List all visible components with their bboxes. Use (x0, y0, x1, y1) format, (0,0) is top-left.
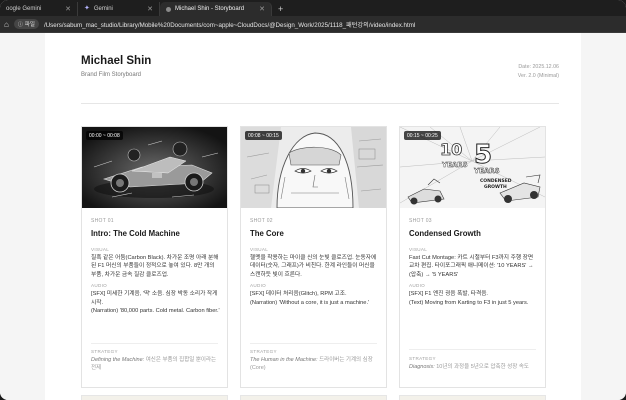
visual-text: Fast Cut Montage: 카트 시절부터 F3까지 주행 장면 교차 … (409, 255, 534, 278)
close-icon[interactable]: ✕ (259, 5, 265, 13)
strategy-label: STRATEGY (91, 349, 118, 354)
page-viewport: Michael Shin Brand Film Storyboard Date:… (0, 33, 626, 400)
strategy-en: Diagnosis: (409, 364, 435, 370)
next-card-peek (81, 395, 228, 400)
gemini-icon: ✦ (84, 5, 90, 12)
card-body: SHOT 01 Intro: The Cold Machine VISUAL 칠… (91, 218, 220, 315)
storyboard-sketch: 00:00 ~ 00:08 (82, 127, 227, 208)
strategy-text: Diagnosis: 10년의 과정을 5년으로 압축한 성장 속도 (409, 363, 538, 371)
header-divider (81, 103, 559, 104)
storyboard-sheet: Michael Shin Brand Film Storyboard Date:… (45, 33, 581, 400)
file-badge-label: 파일 (24, 22, 35, 28)
new-tab-button[interactable]: + (272, 2, 289, 16)
shot-title: Intro: The Cold Machine (91, 229, 180, 238)
audio-line: (Narration) 'Without a core, it is just … (250, 299, 370, 306)
close-icon[interactable]: ✕ (65, 5, 71, 13)
tab-label: Michael Shin - Storyboard (175, 6, 245, 12)
timecode-badge: 00:00 ~ 00:08 (86, 131, 123, 140)
shot-card: 10 5 YEARS YEARS CONDENSED GROWTH 00:15 … (399, 126, 546, 388)
shot-number: SHOT 03 (409, 218, 432, 224)
storyboard-sketch: 00:08 ~ 00:15 (241, 127, 386, 208)
tab-label: oogle Gemini (6, 6, 42, 12)
next-card-peek (399, 395, 546, 400)
sketch-years-text: YEARS (473, 167, 500, 175)
tab-google-gemini[interactable]: oogle Gemini ✕ (0, 2, 78, 16)
home-icon[interactable]: ⌂ (4, 20, 9, 29)
tab-label: Gemini (93, 6, 113, 12)
audio-line: [SFX] 데이터 처리음(Glitch), RPM 고조. (250, 291, 347, 298)
strategy-ko: 10년의 과정을 5년으로 압축한 성장 속도 (434, 364, 529, 370)
shot-card: 00:00 ~ 00:08 SHOT 01 Intro: The Cold Ma… (81, 126, 228, 388)
next-card-peek (240, 395, 387, 400)
strategy-text: Defining the Machine: 여신은 부품의 집합일 뿐이라는 전… (91, 356, 220, 372)
sketch-ten-text: 10 (440, 140, 462, 159)
url-text[interactable]: /Users/sabum_mac_studio/Library/Mobile%2… (44, 20, 415, 29)
strategy-en: Defining the Machine: (91, 357, 145, 363)
file-badge[interactable]: ⓘ 파일 (13, 19, 39, 29)
tab-storyboard[interactable]: Michael Shin - Storyboard ✕ (160, 2, 272, 16)
strategy-label: STRATEGY (409, 356, 436, 361)
shot-number: SHOT 02 (250, 218, 273, 224)
card-body: SHOT 03 Condensed Growth VISUAL Fast Cut… (409, 218, 538, 307)
strategy-label: STRATEGY (250, 349, 277, 354)
visual-text: 헬멧을 착용하는 마이클 신의 눈빛 클로즈업. 눈동자에 데이터(숫자, 그래… (250, 255, 377, 278)
page-header: Michael Shin Brand Film Storyboard Date:… (81, 55, 559, 103)
card-divider (409, 349, 536, 350)
visual-label: VISUAL (91, 247, 110, 252)
version-text: Ver. 2.0 (Minimal) (517, 73, 559, 79)
audio-line: [SFX] 미세한 기계음, '딱' 소음. 심장 박동 소리가 작게 시작. (91, 291, 218, 306)
audio-label: AUDIO (91, 283, 108, 289)
address-bar[interactable]: ⌂ ⓘ 파일 /Users/sabum_mac_studio/Library/M… (0, 16, 626, 33)
storyboard-sketch: 10 5 YEARS YEARS CONDENSED GROWTH 00:15 … (400, 127, 545, 208)
shot-title: Condensed Growth (409, 229, 481, 238)
shot-card: 00:08 ~ 00:15 SHOT 02 The Core VISUAL 헬멧… (240, 126, 387, 388)
date-text: Date: 2025.12.06 (518, 64, 559, 70)
visual-text: 칠흑 같은 어둠(Carbon Black). 차가운 조명 아래 분해된 F1… (91, 255, 219, 278)
info-icon: ⓘ (17, 21, 23, 28)
sketch-condensed-text: CONDENSED (480, 178, 512, 184)
globe-icon (166, 6, 171, 12)
browser-window: oogle Gemini ✕ ✦ Gemini ✕ Michael Shin -… (0, 0, 626, 400)
card-divider (91, 343, 218, 344)
audio-line: [SFX] F1 엔진 굉음 폭발, 타격음. (409, 291, 489, 298)
strategy-text: The Human in the Machine: 드라이버는 기계의 심장(C… (250, 356, 379, 372)
audio-text: [SFX] 미세한 기계음, '딱' 소음. 심장 박동 소리가 작게 시작. … (91, 290, 220, 315)
shot-number: SHOT 01 (91, 218, 114, 224)
audio-text: [SFX] F1 엔진 굉음 폭발, 타격음. (Text) Moving fr… (409, 290, 538, 307)
audio-text: [SFX] 데이터 처리음(Glitch), RPM 고조. (Narratio… (250, 290, 379, 307)
page-subtitle: Brand Film Storyboard (81, 72, 142, 78)
visual-label: VISUAL (409, 247, 428, 252)
shot-title: The Core (250, 229, 284, 238)
visual-label: VISUAL (250, 247, 269, 252)
sketch-growth-text: GROWTH (484, 184, 507, 190)
tab-bar: oogle Gemini ✕ ✦ Gemini ✕ Michael Shin -… (0, 0, 626, 16)
sketch-years-text: YEARS (441, 161, 468, 169)
audio-label: AUDIO (409, 283, 426, 289)
card-body: SHOT 02 The Core VISUAL 헬멧을 착용하는 마이클 신의 … (250, 218, 379, 307)
timecode-badge: 00:08 ~ 00:15 (245, 131, 282, 140)
audio-line: (Text) Moving from Karting to F3 in just… (409, 299, 529, 306)
sketch-five-text: 5 (474, 140, 492, 170)
strategy-en: The Human in the Machine: (250, 357, 318, 363)
audio-label: AUDIO (250, 283, 267, 289)
tab-gemini[interactable]: ✦ Gemini ✕ (78, 2, 160, 16)
card-divider (250, 343, 377, 344)
page-title: Michael Shin (81, 55, 152, 67)
page-meta: Date: 2025.12.06 Ver. 2.0 (Minimal) (518, 63, 559, 81)
audio-line: (Narration) '80,000 parts. Cold metal. C… (91, 308, 220, 315)
close-icon[interactable]: ✕ (147, 5, 153, 13)
timecode-badge: 00:15 ~ 00:25 (404, 131, 441, 140)
